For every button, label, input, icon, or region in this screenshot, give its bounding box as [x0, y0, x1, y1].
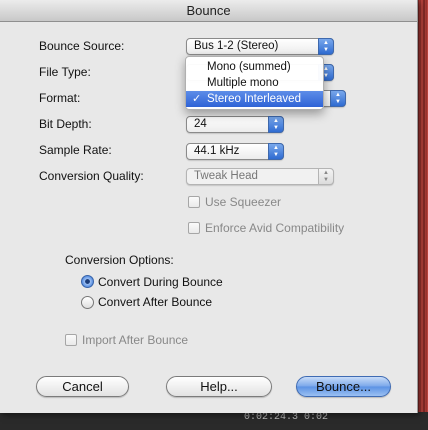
- bit-depth-label: Bit Depth:: [39, 117, 92, 131]
- import-after-checkbox[interactable]: [65, 334, 77, 346]
- help-button[interactable]: Help...: [166, 376, 272, 397]
- menu-item-label: Mono (summed): [207, 61, 291, 73]
- use-squeezer-checkbox[interactable]: [188, 196, 200, 208]
- sample-rate-popup[interactable]: 44.1 kHz ▲ ▼: [186, 143, 284, 160]
- import-after-label: Import After Bounce: [82, 333, 189, 347]
- cancel-button[interactable]: Cancel: [36, 376, 129, 397]
- conversion-quality-popup[interactable]: Tweak Head ▲ ▼: [186, 168, 334, 185]
- menu-item-label: Multiple mono: [207, 77, 279, 89]
- bounce-source-label: Bounce Source:: [39, 39, 125, 53]
- bit-depth-popup[interactable]: 24 ▲ ▼: [186, 116, 284, 133]
- popup-arrows-icon: ▲ ▼: [268, 116, 284, 133]
- bounce-source-value: Bus 1-2 (Stereo): [194, 40, 279, 52]
- checkmark-icon: ✓: [192, 93, 202, 105]
- popup-arrows-icon: ▲ ▼: [318, 168, 334, 185]
- popup-arrows-icon: ▲ ▼: [330, 90, 346, 107]
- menu-item-mono-summed[interactable]: Mono (summed): [186, 59, 323, 75]
- convert-after-label: Convert After Bounce: [98, 295, 213, 309]
- menu-item-stereo-interleaved[interactable]: ✓ Stereo Interleaved: [186, 91, 323, 107]
- popup-arrows-icon: ▲ ▼: [268, 143, 284, 160]
- convert-after-radio[interactable]: [81, 296, 94, 309]
- bit-depth-value: 24: [194, 118, 207, 130]
- sample-rate-label: Sample Rate:: [39, 143, 112, 157]
- convert-during-radio[interactable]: [81, 275, 94, 288]
- format-dropdown-menu: Mono (summed) Multiple mono ✓ Stereo Int…: [185, 56, 324, 110]
- bounce-button[interactable]: Bounce...: [296, 376, 391, 397]
- bounce-source-popup[interactable]: Bus 1-2 (Stereo) ▲ ▼: [186, 38, 334, 55]
- convert-during-label: Convert During Bounce: [98, 275, 223, 289]
- conversion-quality-label: Conversion Quality:: [39, 169, 144, 183]
- menu-item-multiple-mono[interactable]: Multiple mono: [186, 75, 323, 91]
- conversion-options-label: Conversion Options:: [65, 253, 174, 267]
- enforce-avid-label: Enforce Avid Compatibility: [205, 221, 345, 235]
- menu-item-label: Stereo Interleaved: [207, 93, 301, 105]
- enforce-avid-checkbox[interactable]: [188, 222, 200, 234]
- background-timestamp: 0:02:24.3 0:02: [244, 412, 329, 423]
- sample-rate-value: 44.1 kHz: [194, 145, 240, 157]
- bounce-dialog: Bounce Bounce Source: Bus 1-2 (Stereo) ▲…: [0, 0, 418, 413]
- conversion-quality-value: Tweak Head: [194, 170, 258, 182]
- file-type-label: File Type:: [39, 65, 91, 79]
- format-label: Format:: [39, 91, 81, 105]
- background-timeline: 0:02:24.3 0:02: [0, 412, 428, 430]
- window-title: Bounce: [0, 0, 417, 22]
- use-squeezer-label: Use Squeezer: [205, 195, 282, 209]
- popup-arrows-icon: ▲ ▼: [318, 38, 334, 55]
